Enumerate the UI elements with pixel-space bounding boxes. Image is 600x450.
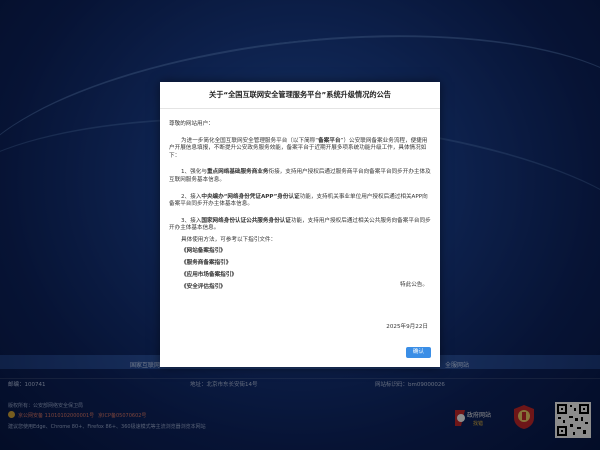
guide-intro: 具体使用方法，可参考以下指引文件： <box>181 236 277 243</box>
guide-link-security-assessment[interactable]: 《安全评估指引》 <box>181 281 431 293</box>
announcement-dialog: 关于“全国互联网安全管理服务平台”系统升级情况的公告 尊敬的网站用户： 为进一步… <box>160 82 440 367</box>
dialog-title: 关于“全国互联网安全管理服务平台”系统升级情况的公告 <box>209 90 391 99</box>
dialog-divider <box>160 108 440 109</box>
intro-paragraph: 为进一步简化全国互联网安全管理服务平台（以下简称“备案平台”）公安联网备案业务流… <box>169 137 428 159</box>
confirm-button[interactable]: 确认 <box>406 347 431 358</box>
announce-date: 2025年9月22日 <box>386 324 428 330</box>
item-3: 3、接入国家网络身份认证公共服务身份认证功能，支持用户授权后通过相关公共服务向备… <box>169 217 431 232</box>
guide-link-app-market[interactable]: 《应用市场备案指引》 <box>181 269 431 281</box>
dialog-body: 尊敬的网站用户： 为进一步简化全国互联网安全管理服务平台（以下简称“备案平台”）… <box>169 121 431 293</box>
item-1: 1、强化与重点网络基础服务商业务衔接，支持用户授权后通过服务商平台向备案平台同步… <box>169 169 431 183</box>
item-2: 2、接入中央编办“网络身份凭证APP”身份认证功能，支持机关事业单位用户授权后通… <box>169 193 428 208</box>
guide-link-website[interactable]: 《网站备案指引》 <box>181 245 431 257</box>
announce-closing: 特此公告。 <box>400 282 428 288</box>
greeting: 尊敬的网站用户： <box>169 121 214 127</box>
guide-link-service-provider[interactable]: 《服务商备案指引》 <box>181 257 431 269</box>
